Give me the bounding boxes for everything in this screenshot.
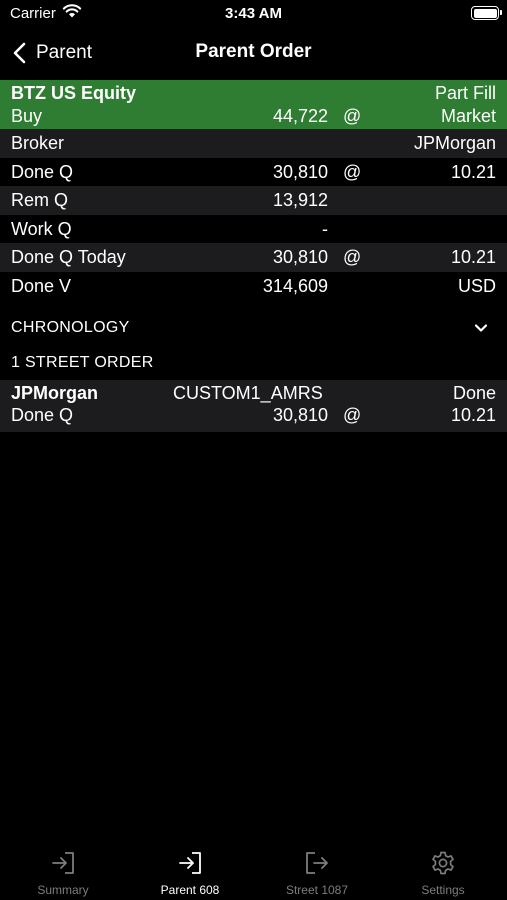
detail-row-done-q-today: Done Q Today 30,810 @ 10.21 — [0, 243, 507, 272]
detail-row-work-q: Work Q - — [0, 215, 507, 244]
street-quantity: 30,810 — [272, 405, 328, 425]
tab-bar: Summary Parent 608 Street 1087 Settings — [0, 840, 507, 900]
row-quantity: 13,912 — [272, 190, 328, 210]
price-type: Market — [440, 106, 496, 126]
street-broker: JPMorgan — [11, 383, 99, 403]
order-side: Buy — [11, 106, 43, 126]
row-value: 10.21 — [450, 247, 496, 267]
row-label: Work Q — [11, 218, 72, 239]
order-status: Part Fill — [434, 83, 496, 103]
detail-row-done-v: Done V 314,609 USD — [0, 272, 507, 301]
tab-label: Parent 608 — [160, 883, 220, 897]
at-symbol: @ — [343, 161, 362, 182]
tab-street[interactable]: Street 1087 — [254, 840, 380, 900]
clock: 3:43 AM — [225, 5, 282, 22]
row-value: JPMorgan — [413, 133, 496, 153]
login-arrow-icon — [52, 852, 74, 874]
nav-bar: Parent Parent Order — [0, 30, 507, 76]
row-label: Done V — [11, 275, 72, 296]
street-order-header: 1 STREET ORDER — [0, 350, 507, 378]
row-value: 10.21 — [450, 161, 496, 182]
detail-row-rem-q: Rem Q 13,912 — [0, 186, 507, 215]
tab-label: Settings — [421, 883, 465, 897]
at-symbol: @ — [343, 106, 362, 126]
street-order-bottom-row: Done Q 30,810 @ 10.21 — [0, 404, 507, 428]
street-price: 10.21 — [450, 405, 496, 425]
order-details: BTZ US Equity Part Fill Buy 44,722 @ Mar… — [0, 80, 507, 300]
at-symbol: @ — [343, 405, 362, 425]
tab-label: Summary — [37, 883, 89, 897]
detail-row-done-q: Done Q 30,810 @ 10.21 — [0, 158, 507, 187]
street-done-label: Done Q — [11, 405, 74, 425]
street-strategy: CUSTOM1_AMRS — [173, 383, 323, 403]
tab-parent[interactable]: Parent 608 — [127, 840, 253, 900]
logout-arrow-icon — [306, 852, 328, 874]
row-quantity: 30,810 — [272, 247, 328, 267]
row-label: Broker — [11, 133, 65, 153]
row-label: Done Q — [11, 161, 74, 182]
chronology-toggle[interactable]: CHRONOLOGY — [0, 313, 507, 343]
tab-summary[interactable]: Summary — [0, 840, 126, 900]
order-quantity: 44,722 — [272, 106, 328, 126]
row-quantity: 30,810 — [272, 161, 328, 182]
row-label: Done Q Today — [11, 247, 126, 267]
street-order-count-label: 1 STREET ORDER — [11, 354, 154, 371]
detail-row-broker: Broker JPMorgan — [0, 129, 507, 158]
street-order-item[interactable]: JPMorgan CUSTOM1_AMRS Done Done Q 30,810… — [0, 380, 507, 432]
row-quantity: 314,609 — [262, 275, 328, 296]
status-bar: Carrier 3:43 AM — [0, 0, 507, 30]
security-name: BTZ US Equity — [11, 83, 136, 103]
row-value: USD — [457, 275, 496, 296]
page-title: Parent Order — [195, 41, 312, 62]
at-symbol: @ — [343, 247, 362, 267]
order-header-row: BTZ US Equity Part Fill — [0, 80, 507, 105]
row-quantity: - — [322, 218, 328, 239]
chronology-label: CHRONOLOGY — [11, 319, 130, 336]
tab-settings[interactable]: Settings — [380, 840, 506, 900]
chevron-down-icon — [474, 324, 488, 332]
street-status: Done — [452, 383, 496, 403]
street-order-top-row: JPMorgan CUSTOM1_AMRS Done — [0, 380, 507, 404]
row-label: Rem Q — [11, 190, 69, 210]
gear-icon — [432, 851, 454, 875]
tab-label: Street 1087 — [285, 883, 349, 897]
login-arrow-icon — [179, 852, 201, 874]
battery-icon — [471, 6, 502, 20]
order-side-row: Buy 44,722 @ Market — [0, 105, 507, 129]
